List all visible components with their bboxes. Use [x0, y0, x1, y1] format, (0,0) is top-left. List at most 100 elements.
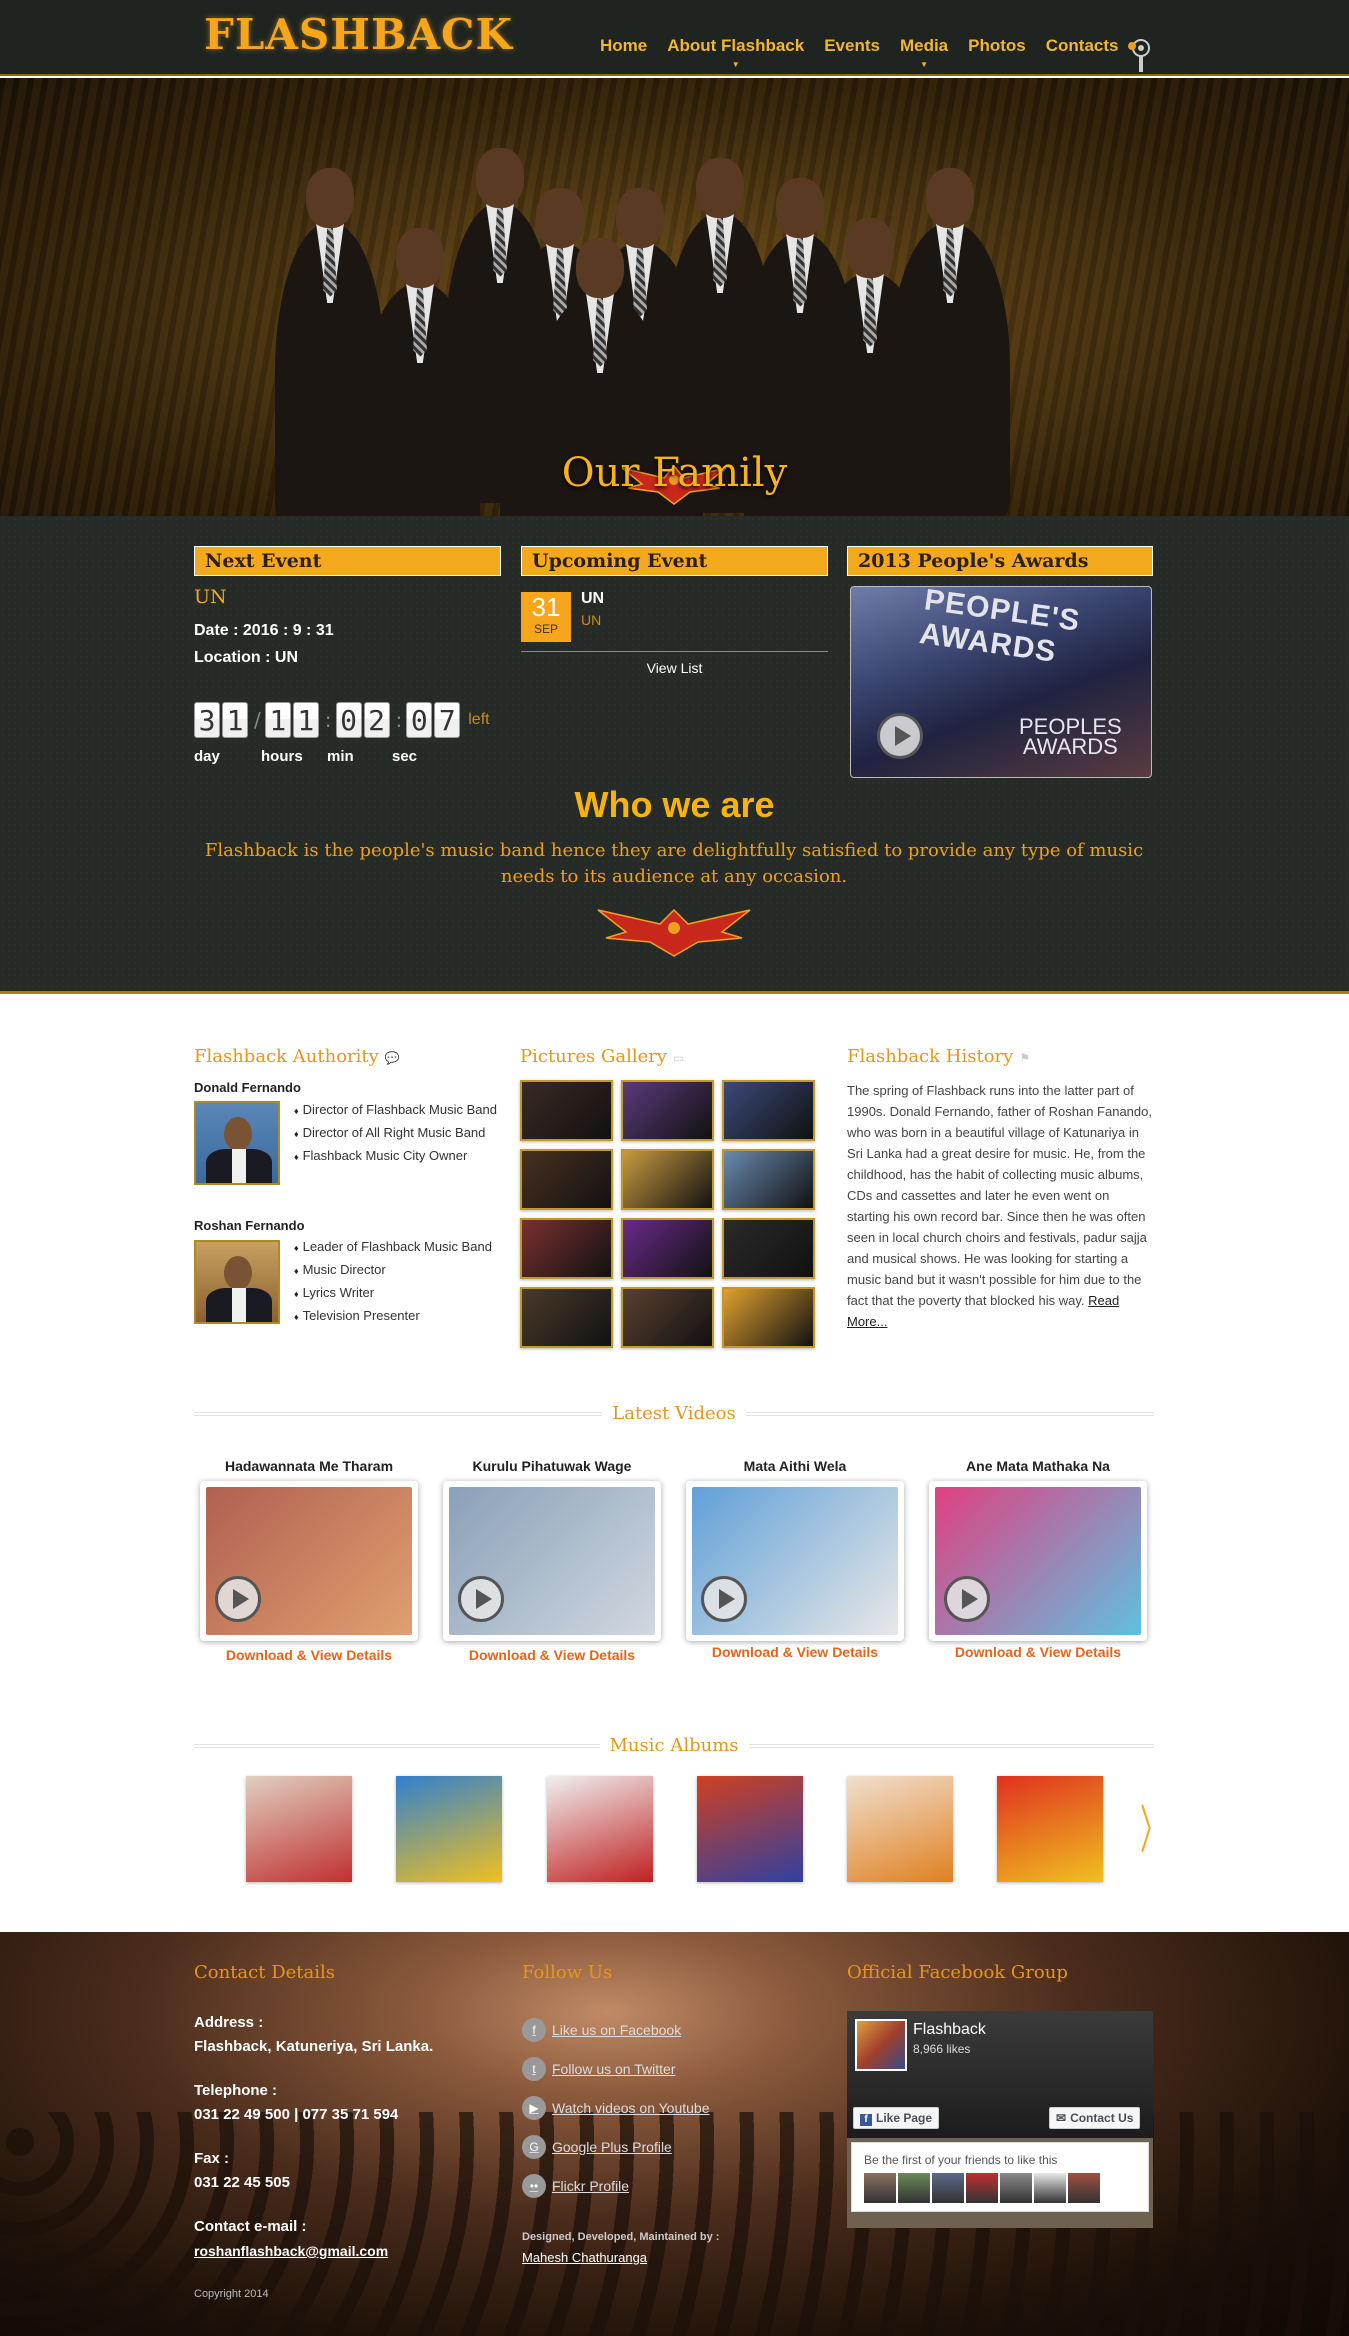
facebook-friend-avatar[interactable] — [898, 2173, 930, 2203]
video-thumbnail[interactable] — [443, 1481, 661, 1641]
gallery-thumbnail[interactable] — [520, 1080, 613, 1141]
chevron-down-icon: ▼ — [731, 60, 740, 69]
countdown-digit: 0 — [406, 702, 433, 738]
facebook-friend-avatar[interactable] — [1034, 2173, 1066, 2203]
email-link[interactable]: roshanflashback@gmail.com — [194, 2243, 388, 2259]
countdown-digit: 3 — [194, 702, 220, 738]
site-logo[interactable]: FLASHBACK — [204, 10, 513, 59]
follow-link[interactable]: •• Flickr Profile — [522, 2174, 629, 2198]
contact-details-title: Contact Details — [194, 1962, 336, 1983]
album-cover[interactable] — [997, 1776, 1103, 1882]
play-icon[interactable] — [701, 1576, 747, 1622]
album-cover[interactable] — [396, 1776, 502, 1882]
awards-thumb-logo: PEOPLES AWARDS — [1019, 716, 1122, 758]
facebook-friend-avatar[interactable] — [1068, 2173, 1100, 2203]
authority-role: Lyrics Writer — [294, 1282, 504, 1305]
album-cover[interactable] — [547, 1776, 653, 1882]
facebook-icon: f — [522, 2018, 546, 2042]
facebook-friend-faces — [864, 2173, 1100, 2203]
history-title: Flashback History ⚑ — [847, 1046, 1030, 1067]
download-view-details-link[interactable]: Download & View Details — [443, 1647, 661, 1663]
countdown-left-label: left — [468, 711, 490, 728]
facebook-first-friends-text: Be the first of your friends to like thi… — [864, 2153, 1058, 2167]
facebook-friend-avatar[interactable] — [864, 2173, 896, 2203]
video-thumbnail[interactable] — [929, 1481, 1147, 1641]
main-nav: Home About Flashback ▼ Events Media ▼ Photos Co… — [590, 36, 1129, 69]
play-icon[interactable] — [877, 713, 923, 759]
gallery-thumbnail[interactable] — [722, 1080, 815, 1141]
gallery-thumbnail[interactable] — [520, 1287, 613, 1348]
facebook-like-button[interactable]: f Like Page — [853, 2107, 940, 2129]
facebook-friend-avatar[interactable] — [1000, 2173, 1032, 2203]
chevron-down-icon: ▼ — [920, 60, 929, 69]
view-list-link[interactable]: View List — [521, 660, 828, 676]
band-member-head — [926, 168, 974, 228]
designer-link[interactable]: Mahesh Chathuranga — [522, 2250, 647, 2265]
facebook-likes-count: 8,966 likes — [913, 2042, 971, 2056]
facebook-friend-avatar[interactable] — [966, 2173, 998, 2203]
gallery-thumbnail[interactable] — [621, 1287, 714, 1348]
video-title[interactable]: Kurulu Pihatuwak Wage — [447, 1458, 657, 1474]
band-member-head — [616, 188, 664, 248]
band-member-head — [776, 178, 824, 238]
album-cover[interactable] — [246, 1776, 352, 1882]
nav-item[interactable]: About Flashback ▼ — [657, 36, 814, 69]
gallery-thumbnail[interactable] — [621, 1080, 714, 1141]
gallery-thumbnail[interactable] — [722, 1218, 815, 1279]
albums-title: Music Albums — [194, 1735, 1154, 1756]
facebook-contact-button[interactable]: ✉ Contact Us — [1049, 2107, 1141, 2129]
youtube-icon: ▶ — [522, 2096, 546, 2120]
facebook-friend-avatar[interactable] — [932, 2173, 964, 2203]
authority-role: Music Director — [294, 1259, 504, 1282]
envelope-icon: ✉ — [1056, 2111, 1067, 2125]
follow-link[interactable]: G Google Plus Profile — [522, 2135, 672, 2159]
facebook-page-name[interactable]: Flashback — [913, 2021, 986, 2039]
gallery-thumbnail[interactable] — [520, 1149, 613, 1210]
albums-title-text: Music Albums — [599, 1735, 749, 1756]
authority-name: Donald Fernando — [194, 1080, 301, 1095]
fax-value: 031 22 45 505 — [194, 2174, 290, 2191]
nav-item[interactable]: Home — [590, 36, 657, 56]
nav-item[interactable]: Contacts — [1036, 36, 1129, 56]
gallery-thumbnail[interactable] — [722, 1287, 815, 1348]
video-title[interactable]: Hadawannata Me Tharam — [204, 1458, 414, 1474]
chevron-right-icon[interactable]: 〉 — [1140, 1788, 1166, 1863]
countdown-timer: 3 1 / 1 1 : 0 2 : 0 7 left — [194, 702, 490, 738]
follow-link[interactable]: ▶ Watch videos on Youtube — [522, 2096, 710, 2120]
follow-link[interactable]: t Follow us on Twitter — [522, 2057, 675, 2081]
next-event-title[interactable]: UN — [194, 586, 227, 608]
video-thumbnail[interactable] — [686, 1481, 904, 1641]
upcoming-event-name[interactable]: UN — [581, 590, 604, 608]
gallery-thumbnail[interactable] — [621, 1149, 714, 1210]
address-label: Address : — [194, 2014, 264, 2031]
gallery-thumbnail[interactable] — [621, 1218, 714, 1279]
gallery-thumbnail[interactable] — [722, 1149, 815, 1210]
gallery-thumbnail[interactable] — [520, 1218, 613, 1279]
upcoming-event-month: SEP — [533, 622, 558, 636]
download-view-details-link[interactable]: Download & View Details — [929, 1644, 1147, 1660]
download-view-details-link[interactable]: Download & View Details — [200, 1647, 418, 1663]
facebook-page-avatar[interactable] — [855, 2019, 907, 2071]
album-cover[interactable] — [697, 1776, 803, 1882]
nav-item[interactable]: Media ▼ — [890, 36, 958, 69]
gear-key-icon[interactable] — [1125, 38, 1155, 74]
play-icon[interactable] — [458, 1576, 504, 1622]
countdown-label-hours: hours — [261, 748, 303, 765]
hero-banner: Our Family — [0, 78, 1349, 516]
band-member-head — [696, 158, 744, 218]
authority-role: Leader of Flashback Music Band — [294, 1236, 504, 1259]
video-thumbnail[interactable] — [200, 1481, 418, 1641]
album-cover[interactable] — [847, 1776, 953, 1882]
authority-role: Flashback Music City Owner — [294, 1145, 504, 1168]
video-title[interactable]: Ane Mata Mathaka Na — [933, 1458, 1143, 1474]
play-icon[interactable] — [944, 1576, 990, 1622]
nav-item[interactable]: Events — [814, 36, 890, 56]
follow-link[interactable]: f Like us on Facebook — [522, 2018, 681, 2042]
next-event-date: Date : 2016 : 9 : 31 — [194, 622, 334, 639]
play-icon[interactable] — [215, 1576, 261, 1622]
video-title[interactable]: Mata Aithi Wela — [690, 1458, 900, 1474]
download-view-details-link[interactable]: Download & View Details — [686, 1644, 904, 1660]
nav-item[interactable]: Photos — [958, 36, 1036, 56]
awards-video-thumbnail[interactable]: PEOPLE'S AWARDS PEOPLES AWARDS — [850, 586, 1152, 778]
facebook-cover: Flashback 8,966 likes f Like Page ✉ Contac… — [847, 2011, 1153, 2138]
